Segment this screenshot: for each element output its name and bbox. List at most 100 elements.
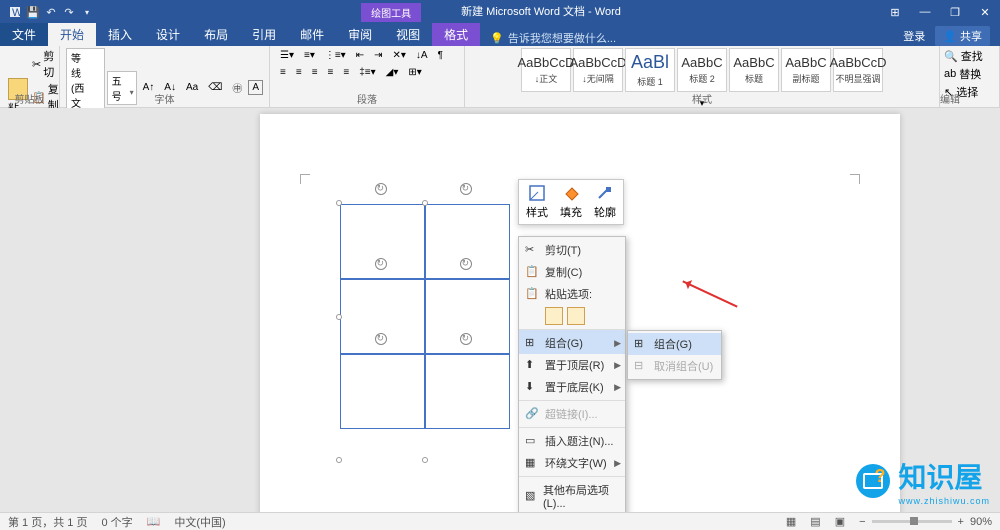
style-gallery-item[interactable]: AaBbC标题	[729, 48, 779, 92]
resize-handle[interactable]	[336, 314, 342, 320]
zoom-value[interactable]: 90%	[970, 516, 992, 528]
window-controls: ⊞ — ❐ ✕	[880, 6, 1000, 19]
ctx-item-front[interactable]: ⬆置于顶层(R)▶	[519, 354, 625, 376]
web-layout-icon[interactable]: ▣	[835, 515, 845, 528]
word-icon: W	[8, 5, 22, 19]
ctx-item-copy[interactable]: 📋复制(C)	[519, 261, 625, 283]
link-icon: 🔗	[525, 407, 539, 421]
selected-shapes-group[interactable]	[340, 204, 520, 444]
crop-mark-icon	[850, 174, 860, 184]
zoom-controls[interactable]: − + 90%	[859, 516, 992, 528]
ctx-item-more[interactable]: ▧其他布局选项(L)...	[519, 476, 625, 512]
increase-indent-button[interactable]: ⇥	[370, 48, 386, 63]
style-gallery-item[interactable]: AaBl标题 1	[625, 48, 675, 92]
tab-insert[interactable]: 插入	[96, 23, 144, 46]
zoom-out-icon[interactable]: −	[859, 516, 865, 528]
resize-handle[interactable]	[336, 457, 342, 463]
rotate-handle-icon[interactable]	[460, 333, 472, 345]
restore-icon[interactable]: ❐	[940, 6, 970, 19]
tell-me-box[interactable]: 💡告诉我您想要做什么...	[480, 30, 893, 46]
tab-file[interactable]: 文件	[0, 23, 48, 46]
resize-handle[interactable]	[422, 200, 428, 206]
ctx-paste-options	[519, 305, 625, 327]
rotate-handle-icon[interactable]	[460, 183, 472, 195]
mini-style-button[interactable]: 样式	[523, 184, 551, 220]
language-indicator[interactable]: 中文(中国)	[174, 514, 225, 530]
style-gallery-item[interactable]: AaBbCcD↓正文	[521, 48, 571, 92]
page-indicator[interactable]: 第 1 页，共 1 页	[8, 514, 87, 530]
borders-button[interactable]: ⊞▾	[404, 65, 425, 80]
style-gallery-item[interactable]: AaBbCcD↓无间隔	[573, 48, 623, 92]
document-canvas[interactable]: 样式 填充 轮廓 ✂剪切(T)📋复制(C)📋粘贴选项: ⊞组合(G)▶⊞组合(G)…	[0, 108, 1000, 512]
tab-home[interactable]: 开始	[48, 23, 96, 46]
more-icon: ▧	[525, 489, 537, 503]
tab-references[interactable]: 引用	[240, 23, 288, 46]
front-icon: ⬆	[525, 358, 539, 372]
shading-button[interactable]: ◢▾	[382, 65, 403, 80]
cut-button[interactable]: ✂剪切	[32, 48, 59, 80]
save-icon[interactable]: 💾	[26, 5, 40, 19]
style-gallery-item[interactable]: AaBbCcD不明显强调	[833, 48, 883, 92]
spell-check-icon[interactable]: 📖	[147, 515, 161, 528]
ctx-item-wrap[interactable]: ▦环绕文字(W)▶	[519, 452, 625, 474]
tab-review[interactable]: 审阅	[336, 23, 384, 46]
bullets-button[interactable]: ☰▾	[276, 48, 298, 63]
asian-layout-button[interactable]: ✕▾	[388, 48, 409, 63]
ctx-paste-options-label: 📋粘贴选项:	[519, 283, 625, 305]
align-left-button[interactable]: ≡	[276, 65, 290, 80]
find-button[interactable]: 🔍查找	[944, 48, 995, 64]
numbering-button[interactable]: ≡▾	[300, 48, 319, 63]
wrap-icon: ▦	[525, 456, 539, 470]
logo-icon	[856, 464, 890, 498]
style-gallery-item[interactable]: AaBbC副标题	[781, 48, 831, 92]
paste-option-icon[interactable]	[545, 307, 563, 325]
tab-mailings[interactable]: 邮件	[288, 23, 336, 46]
ribbon-options-icon[interactable]: ⊞	[880, 6, 910, 19]
group-icon: ⊞	[634, 337, 648, 351]
rotate-handle-icon[interactable]	[375, 258, 387, 270]
word-count[interactable]: 0 个字	[101, 514, 132, 530]
print-layout-icon[interactable]: ▤	[810, 515, 820, 528]
read-mode-icon[interactable]: ▦	[786, 515, 796, 528]
tab-design[interactable]: 设计	[144, 23, 192, 46]
zoom-in-icon[interactable]: +	[958, 516, 964, 528]
style-gallery-item[interactable]: AaBbC标题 2	[677, 48, 727, 92]
resize-handle[interactable]	[422, 457, 428, 463]
sort-button[interactable]: ↓A	[412, 48, 432, 63]
submenu-item-ungroup: ⊟取消组合(U)	[628, 355, 721, 377]
rotate-handle-icon[interactable]	[375, 333, 387, 345]
mini-fill-button[interactable]: 填充	[557, 184, 585, 220]
paste-option-icon[interactable]	[567, 307, 585, 325]
minimize-icon[interactable]: —	[910, 6, 940, 19]
zoom-slider[interactable]	[872, 520, 952, 523]
login-link[interactable]: 登录	[903, 28, 925, 44]
ctx-item-caption[interactable]: ▭插入题注(N)...	[519, 427, 625, 452]
justify-button[interactable]: ≡	[324, 65, 338, 80]
ctx-item-cut[interactable]: ✂剪切(T)	[519, 239, 625, 261]
share-button[interactable]: 👤 共享	[935, 26, 990, 46]
qat-more-icon[interactable]: ▾	[80, 5, 94, 19]
tab-layout[interactable]: 布局	[192, 23, 240, 46]
redo-icon[interactable]: ↷	[62, 5, 76, 19]
ctx-item-back[interactable]: ⬇置于底层(K)▶	[519, 376, 625, 398]
replace-button[interactable]: ab替换	[944, 66, 995, 82]
ctx-item-group[interactable]: ⊞组合(G)▶⊞组合(G)⊟取消组合(U)	[519, 329, 625, 354]
mini-outline-button[interactable]: 轮廓	[591, 184, 619, 220]
multilevel-button[interactable]: ⋮≡▾	[321, 48, 350, 63]
undo-icon[interactable]: ↶	[44, 5, 58, 19]
distribute-button[interactable]: ≡	[339, 65, 353, 80]
submenu-item-group[interactable]: ⊞组合(G)	[628, 333, 721, 355]
rotate-handle-icon[interactable]	[375, 183, 387, 195]
mini-toolbar: 样式 填充 轮廓	[518, 179, 624, 225]
submenu-group: ⊞组合(G)⊟取消组合(U)	[627, 330, 722, 380]
tab-view[interactable]: 视图	[384, 23, 432, 46]
resize-handle[interactable]	[336, 200, 342, 206]
show-marks-button[interactable]: ¶	[434, 48, 447, 63]
rotate-handle-icon[interactable]	[460, 258, 472, 270]
line-spacing-button[interactable]: ‡≡▾	[355, 65, 379, 80]
close-icon[interactable]: ✕	[970, 6, 1000, 19]
align-center-button[interactable]: ≡	[292, 65, 306, 80]
tab-format[interactable]: 格式	[432, 23, 480, 46]
decrease-indent-button[interactable]: ⇤	[352, 48, 368, 63]
align-right-button[interactable]: ≡	[308, 65, 322, 80]
